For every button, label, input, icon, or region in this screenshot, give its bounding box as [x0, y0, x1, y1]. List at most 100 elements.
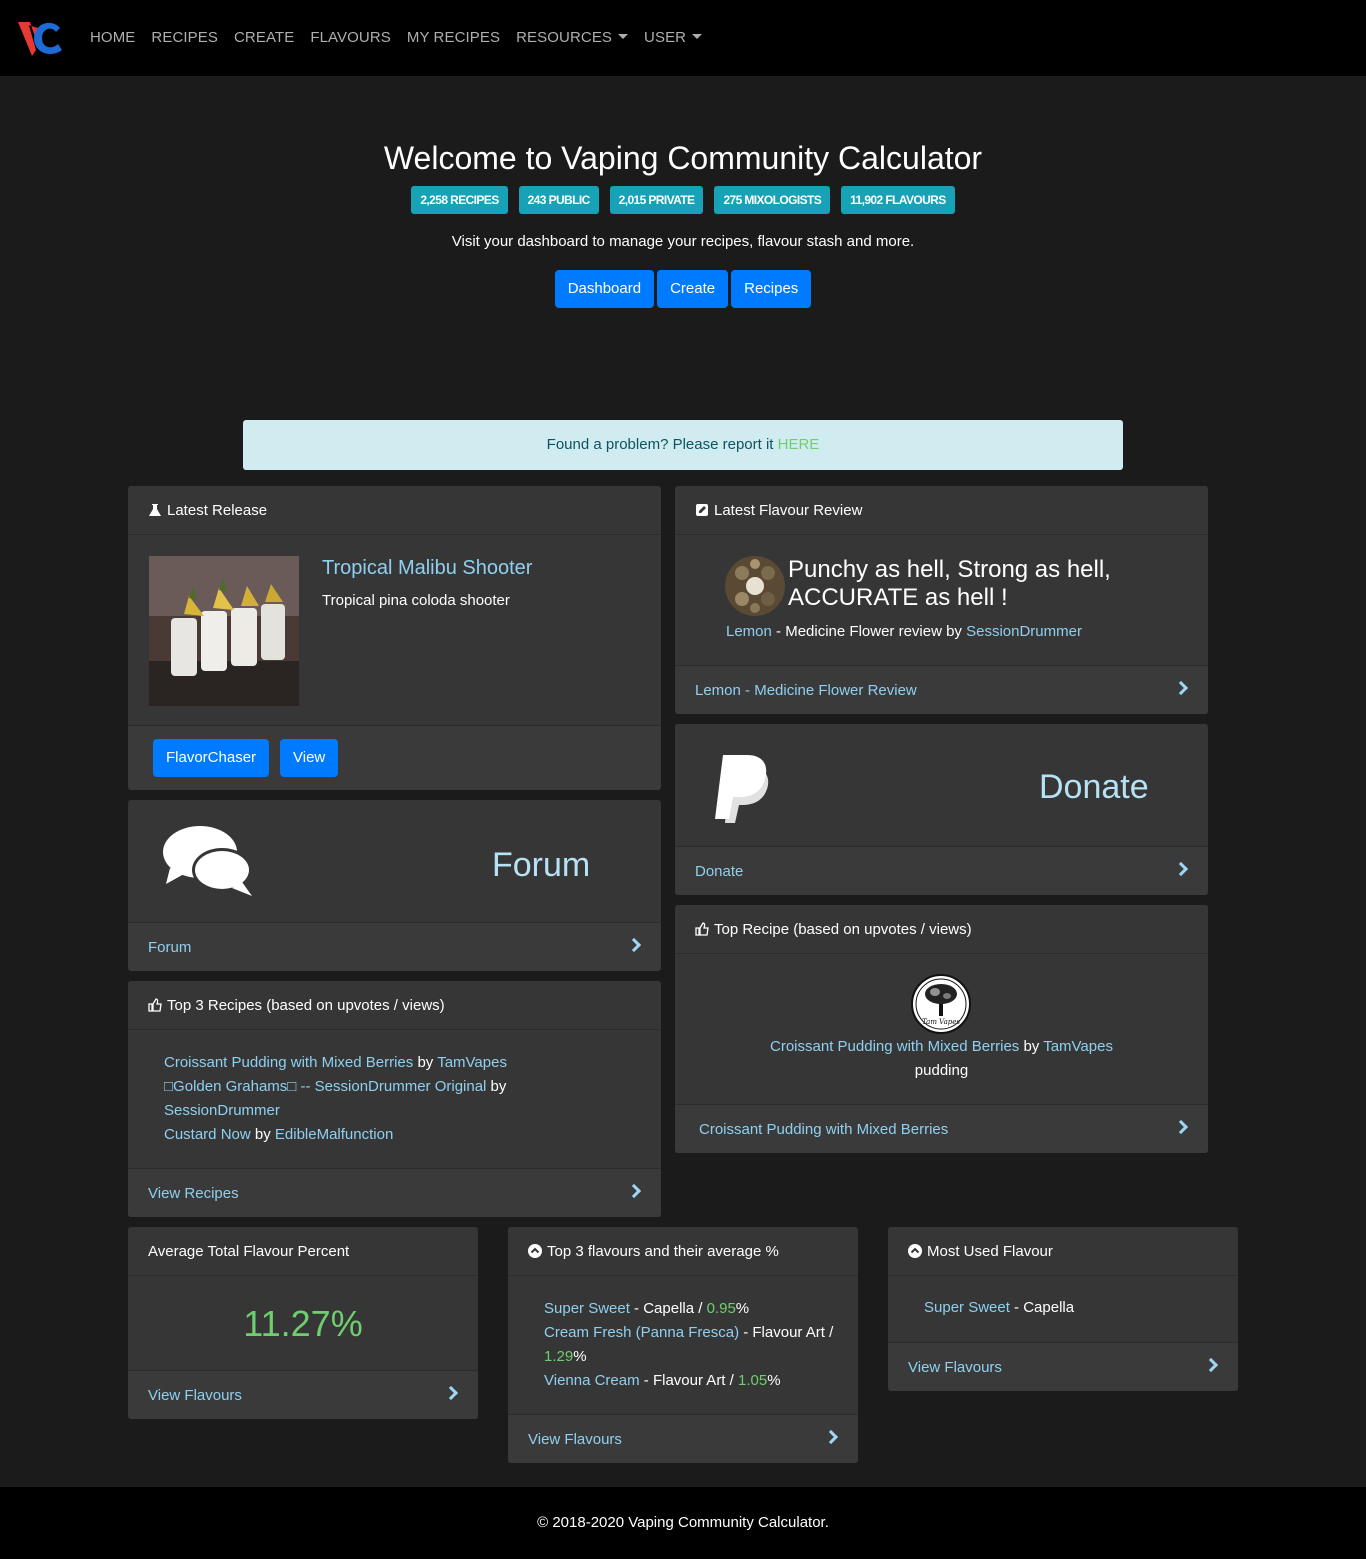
top-recipe-link[interactable]: Croissant Pudding with Mixed Berries: [770, 1038, 1019, 1055]
alert-text: Found a problem? Please report it: [546, 436, 778, 453]
forum-footer-link[interactable]: Forum: [128, 922, 661, 971]
flavour-percent: 1.29: [544, 1348, 574, 1365]
report-here-link[interactable]: HERE: [778, 436, 820, 453]
flavour-link[interactable]: Vienna Cream: [544, 1372, 640, 1389]
paypal-icon[interactable]: [709, 751, 773, 823]
view-recipes-footer-link[interactable]: View Recipes: [128, 1168, 661, 1217]
footer-label: Forum: [148, 939, 192, 956]
footer-label: View Flavours: [148, 1387, 242, 1404]
most-used-item: Super Sweet - Capella: [924, 1299, 1074, 1316]
footer-label: View Recipes: [148, 1185, 239, 1202]
author-link[interactable]: TamVapes: [437, 1054, 507, 1071]
forum-card: Forum Forum: [128, 800, 661, 971]
card-title: Latest Release: [167, 501, 268, 519]
card-header: Most Used Flavour: [888, 1227, 1238, 1276]
card-header: Top Recipe (based on upvotes / views): [675, 905, 1208, 954]
badge-mixologists: 275 MIXOLOGISTS: [714, 186, 831, 214]
review-quote: Punchy as hell, Strong as hell, ACCURATE…: [788, 556, 1111, 611]
nav-flavours[interactable]: FLAVOURS: [310, 29, 391, 46]
donate-card: Donate Donate: [675, 724, 1208, 895]
latest-release-card: Latest Release Tropical Malibu Shooter T…: [128, 486, 661, 790]
donate-title[interactable]: Donate: [1039, 768, 1149, 807]
view-flavours-footer-link[interactable]: View Flavours: [128, 1370, 478, 1419]
flavour-maker: - Capella: [1009, 1299, 1075, 1316]
card-title: Most Used Flavour: [927, 1242, 1053, 1260]
flavour-maker: - Flavour Art /: [639, 1372, 738, 1389]
author-link[interactable]: SessionDrummer: [164, 1102, 280, 1119]
card-footer: FlavorChaser View: [128, 725, 661, 790]
hero-buttons: Dashboard Create Recipes: [0, 270, 1366, 308]
nav-create[interactable]: CREATE: [234, 29, 294, 46]
latest-review-card: Latest Flavour Review Punchy as hell, St…: [675, 486, 1208, 714]
flavour-link[interactable]: Cream Fresh (Panna Fresca): [544, 1324, 739, 1341]
card-title: Top 3 Recipes (based on upvotes / views): [167, 996, 445, 1014]
view-button[interactable]: View: [280, 739, 339, 777]
review-meta: Lemon - Medicine Flower review by Sessio…: [726, 623, 1082, 640]
card-title: Top Recipe (based on upvotes / views): [714, 920, 972, 938]
author-button[interactable]: FlavorChaser: [153, 739, 270, 777]
copyright-text: © 2018-2020 Vaping Community Calculator.: [537, 1514, 829, 1531]
caret-down-icon: [618, 33, 629, 39]
page-footer: © 2018-2020 Vaping Community Calculator.: [0, 1487, 1366, 1559]
by-text: by: [413, 1054, 438, 1071]
card-title: Top 3 flavours and their average %: [547, 1242, 779, 1260]
flavour-maker: - Flavour Art /: [739, 1324, 834, 1341]
forum-title[interactable]: Forum: [492, 846, 590, 885]
nav-my-recipes[interactable]: MY RECIPES: [407, 29, 500, 46]
avatar-label: Tam Vapes: [922, 1018, 960, 1026]
by-text: by: [1019, 1038, 1044, 1055]
donate-footer-link[interactable]: Donate: [675, 846, 1208, 895]
review-meta-text: - Medicine Flower review by: [771, 623, 967, 640]
footer-label: Croissant Pudding with Mixed Berries: [699, 1121, 949, 1138]
nav-recipes[interactable]: RECIPES: [151, 29, 218, 46]
recipe-title-link[interactable]: Tropical Malibu Shooter: [322, 557, 532, 580]
list-item: Cream Fresh (Panna Fresca) - Flavour Art…: [544, 1321, 834, 1369]
view-flavours-footer-link[interactable]: View Flavours: [888, 1342, 1238, 1391]
card-header: Average Total Flavour Percent: [128, 1227, 478, 1276]
recipe-link[interactable]: Custard Now: [164, 1126, 251, 1143]
vc-logo-icon[interactable]: [16, 16, 64, 60]
chevron-right-icon: [443, 1385, 459, 1401]
nav-home[interactable]: HOME: [90, 29, 135, 46]
author-avatar[interactable]: Tam Vapes: [911, 974, 971, 1034]
top-recipe-line: Croissant Pudding with Mixed Berries by …: [675, 1038, 1208, 1055]
flavour-link[interactable]: Super Sweet: [544, 1300, 630, 1317]
by-text: by: [250, 1126, 275, 1143]
card-header: Latest Flavour Review: [675, 486, 1208, 535]
top-recipe-author-link[interactable]: TamVapes: [1043, 1038, 1113, 1055]
flavour-link[interactable]: Super Sweet: [924, 1299, 1010, 1316]
comments-icon[interactable]: [162, 824, 256, 898]
view-flavours-footer-link[interactable]: View Flavours: [508, 1414, 858, 1463]
dashboard-button[interactable]: Dashboard: [554, 270, 655, 308]
recipe-link[interactable]: □Golden Grahams□ -- SessionDrummer Origi…: [164, 1078, 486, 1095]
recipe-link[interactable]: Croissant Pudding with Mixed Berries: [164, 1054, 413, 1071]
top3-recipes-card: Top 3 Recipes (based on upvotes / views)…: [128, 981, 661, 1217]
list-item: Vienna Cream - Flavour Art / 1.05%: [544, 1369, 834, 1393]
review-flavour-link[interactable]: Lemon: [726, 623, 772, 640]
recipes-button[interactable]: Recipes: [731, 270, 812, 308]
nav-user-label: USER: [644, 29, 687, 46]
card-header: Latest Release: [128, 486, 661, 535]
report-problem-alert: Found a problem? Please report it HERE: [243, 420, 1123, 470]
flavour-percent: 1.05: [737, 1372, 768, 1389]
chevron-right-icon: [626, 937, 642, 953]
reviewer-avatar[interactable]: [725, 556, 785, 616]
caret-down-icon: [692, 33, 703, 39]
chevron-right-icon: [1173, 861, 1189, 877]
percent-sign: %: [767, 1372, 781, 1389]
top-recipe-footer-link[interactable]: Croissant Pudding with Mixed Berries: [675, 1104, 1208, 1153]
nav-user-dropdown[interactable]: USER: [644, 29, 703, 46]
review-footer-link[interactable]: Lemon - Medicine Flower Review: [675, 665, 1208, 714]
footer-label: Donate: [695, 863, 744, 880]
top3-flavour-list: Super Sweet - Capella / 0.95% Cream Fres…: [544, 1297, 834, 1393]
recipe-thumbnail[interactable]: [149, 556, 299, 706]
nav-resources-dropdown[interactable]: RESOURCES: [516, 29, 629, 46]
create-button[interactable]: Create: [657, 270, 729, 308]
reviewer-link[interactable]: SessionDrummer: [966, 623, 1082, 640]
edit-icon: [696, 504, 708, 516]
author-link[interactable]: EdibleMalfunction: [275, 1126, 393, 1143]
footer-label: View Flavours: [908, 1359, 1002, 1376]
top3-flavours-card: Top 3 flavours and their average % Super…: [508, 1227, 858, 1463]
badge-private: 2,015 PRIVATE: [609, 186, 704, 214]
page-title: Welcome to Vaping Community Calculator: [383, 140, 983, 176]
